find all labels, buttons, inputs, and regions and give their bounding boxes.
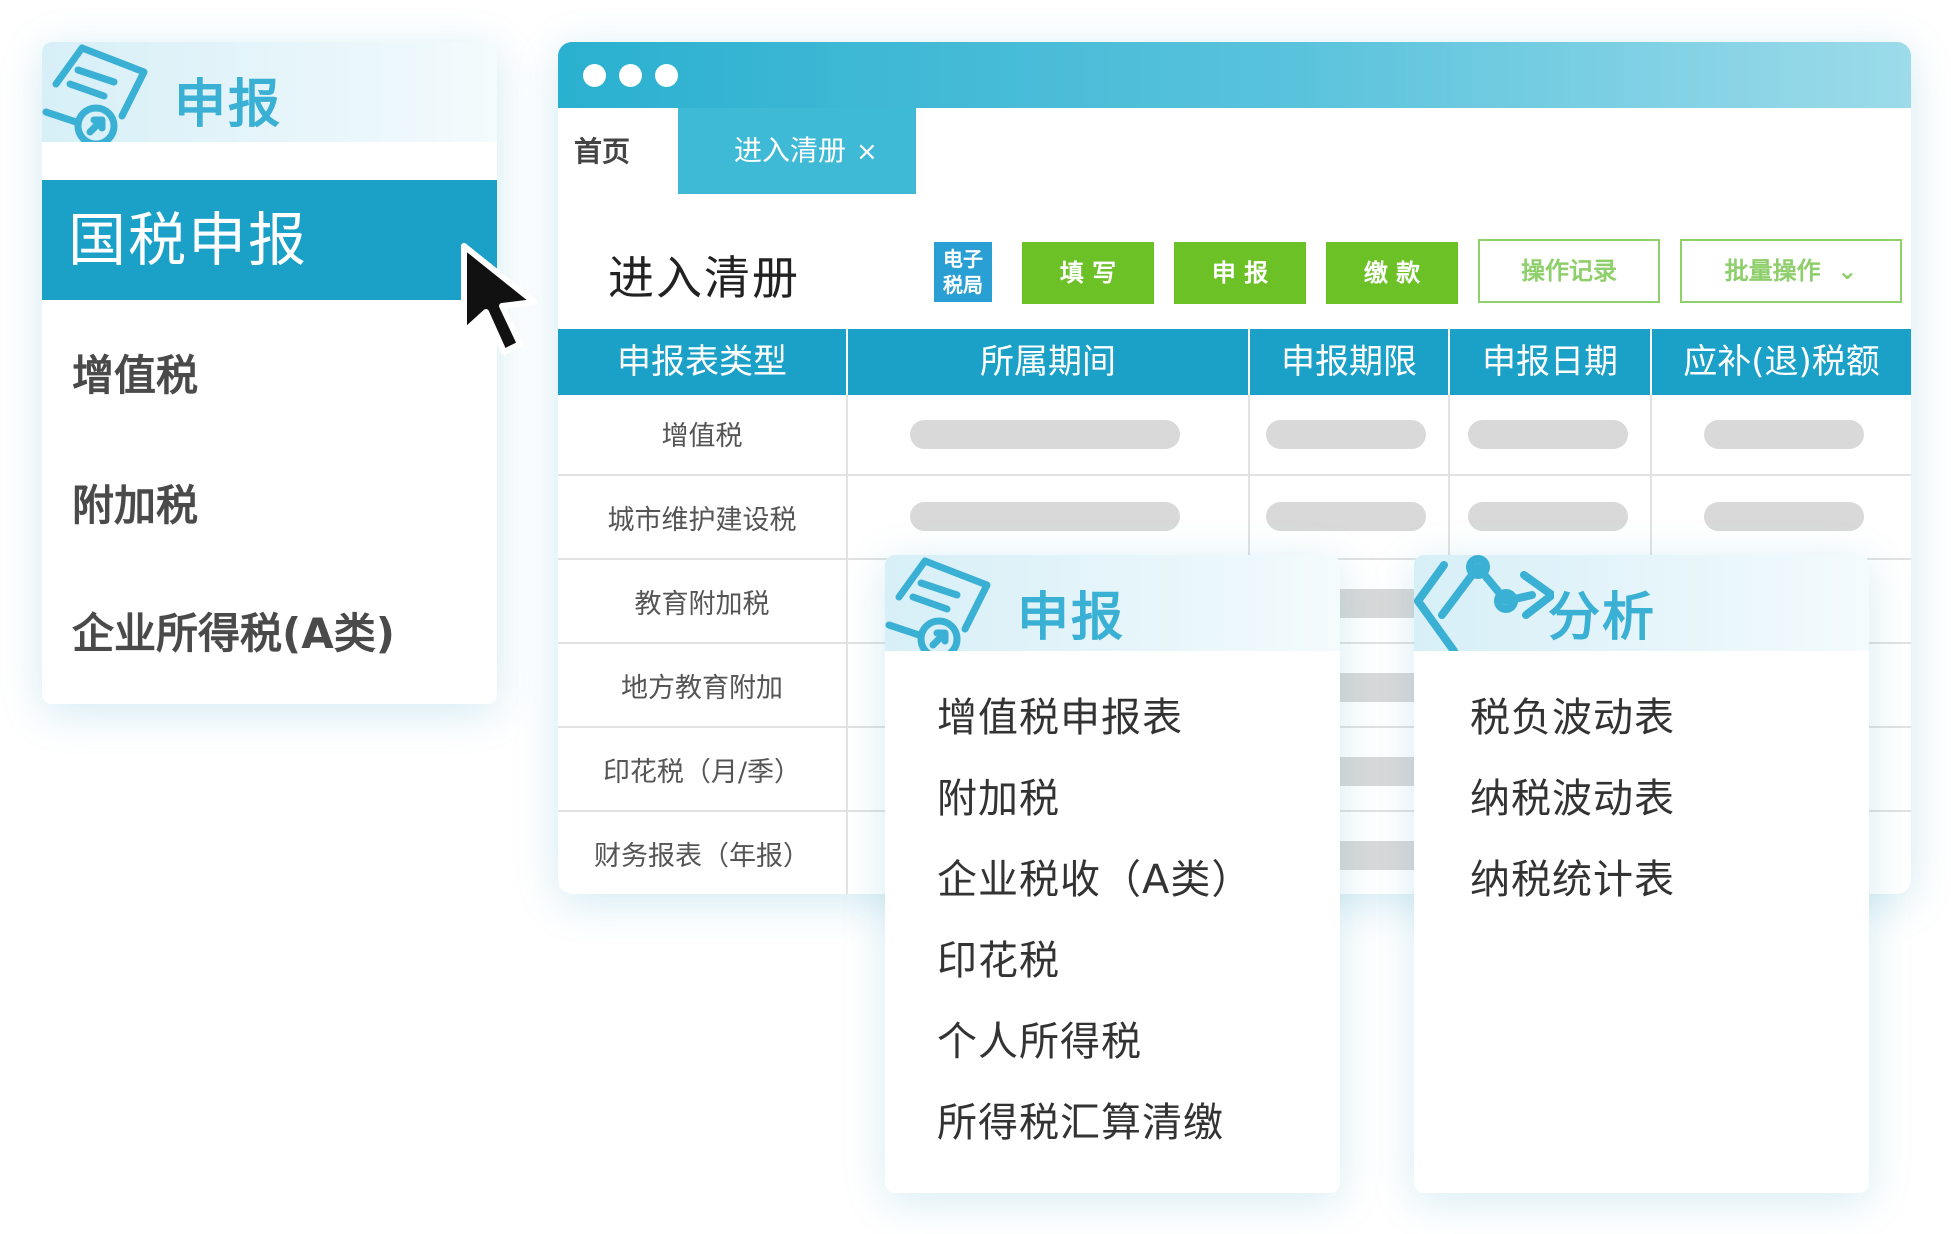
close-icon[interactable]: ×	[856, 137, 878, 167]
menu-item-stamp-tax[interactable]: 印花税	[937, 928, 1060, 986]
menu-item-personal-income-tax[interactable]: 个人所得税	[937, 1009, 1142, 1067]
header-divider	[846, 329, 848, 395]
column-divider	[846, 395, 848, 894]
table-row-label[interactable]: 地方教育附加	[558, 666, 846, 705]
header-divider	[1448, 329, 1450, 395]
placeholder-bar	[910, 420, 1180, 449]
declare-menu: 申报 增值税申报表 附加税 企业税收（A类） 印花税 个人所得税 所得税汇算清缴	[885, 555, 1340, 1193]
pay-button[interactable]: 缴 款	[1326, 242, 1458, 304]
chart-analysis-icon	[1414, 555, 1554, 651]
page-title: 进入清册	[608, 251, 800, 305]
chevron-down-icon: ⌄	[1837, 257, 1858, 285]
etax-icon-line-2: 税局	[943, 273, 983, 297]
menu-item-tax-burden-fluctuation[interactable]: 税负波动表	[1470, 685, 1675, 743]
column-header-declare-date[interactable]: 申报日期	[1450, 329, 1650, 395]
analysis-menu: 分析 税负波动表 纳税波动表 纳税统计表	[1414, 555, 1869, 1193]
e-tax-bureau-icon[interactable]: 电子 税局	[934, 242, 992, 302]
header-divider	[1650, 329, 1652, 395]
declare-menu-title: 申报	[1017, 588, 1126, 648]
tab-register[interactable]: 进入清册 ×	[678, 108, 916, 194]
analysis-menu-title: 分析	[1548, 588, 1657, 648]
table-row-label[interactable]: 增值税	[558, 414, 846, 453]
window-title-bar	[558, 42, 1911, 108]
placeholder-bar	[1468, 502, 1628, 531]
fill-button[interactable]: 填 写	[1022, 242, 1154, 304]
table-header: 申报表类型 所属期间 申报期限 申报日期 应补(退)税额	[558, 329, 1911, 395]
nav-item-corporate-income-tax[interactable]: 企业所得税(A类)	[72, 600, 395, 661]
table-row-label[interactable]: 城市维护建设税	[558, 498, 846, 537]
table-row-label[interactable]: 印花税（月/季）	[558, 750, 846, 789]
menu-item-income-tax-settlement[interactable]: 所得税汇算清缴	[937, 1090, 1224, 1148]
mouse-pointer-icon	[461, 243, 537, 355]
menu-item-surtax[interactable]: 附加税	[937, 766, 1060, 824]
placeholder-bar	[1266, 502, 1426, 531]
placeholder-bar	[1704, 502, 1864, 531]
document-icon	[42, 44, 148, 142]
document-icon	[885, 557, 991, 651]
window-dot-3	[655, 64, 678, 87]
placeholder-bar	[1266, 420, 1426, 449]
etax-icon-line-1: 电子	[943, 247, 983, 271]
menu-item-tax-statistics[interactable]: 纳税统计表	[1470, 847, 1675, 905]
operation-log-button[interactable]: 操作记录	[1478, 239, 1660, 303]
tab-register-label: 进入清册	[734, 134, 847, 167]
table-row-label[interactable]: 财务报表（年报）	[558, 834, 846, 873]
menu-item-tax-payment-fluctuation[interactable]: 纳税波动表	[1470, 766, 1675, 824]
nav-item-vat[interactable]: 增值税	[72, 342, 198, 403]
column-header-period[interactable]: 所属期间	[848, 329, 1248, 395]
nav-item-surtax[interactable]: 附加税	[72, 472, 198, 533]
header-divider	[1248, 329, 1250, 395]
left-nav-panel: 申报 国税申报 增值税 附加税 企业所得税(A类)	[42, 42, 497, 704]
menu-item-enterprise-tax[interactable]: 企业税收（A类）	[937, 847, 1252, 905]
batch-operation-button[interactable]: 批量操作 ⌄	[1680, 239, 1902, 303]
declare-button[interactable]: 申 报	[1174, 242, 1306, 304]
placeholder-bar	[910, 502, 1180, 531]
column-header-tax-amount[interactable]: 应补(退)税额	[1652, 329, 1911, 395]
analysis-menu-header: 分析	[1414, 555, 1869, 651]
window-dot-2	[619, 64, 642, 87]
table-row-label[interactable]: 教育附加税	[558, 582, 846, 621]
nav-item-national-tax[interactable]: 国税申报	[42, 180, 497, 300]
column-header-form-type[interactable]: 申报表类型	[558, 329, 846, 395]
row-divider	[558, 474, 1911, 476]
batch-operation-label: 批量操作	[1724, 257, 1821, 285]
column-header-deadline[interactable]: 申报期限	[1250, 329, 1448, 395]
left-panel-header: 申报	[42, 42, 497, 142]
tab-home[interactable]: 首页	[574, 130, 630, 170]
left-panel-title: 申报	[174, 75, 283, 135]
placeholder-bar	[1468, 420, 1628, 449]
placeholder-bar	[1704, 420, 1864, 449]
declare-menu-header: 申报	[885, 555, 1340, 651]
menu-item-vat-return[interactable]: 增值税申报表	[937, 685, 1183, 743]
window-dot-1	[583, 64, 606, 87]
